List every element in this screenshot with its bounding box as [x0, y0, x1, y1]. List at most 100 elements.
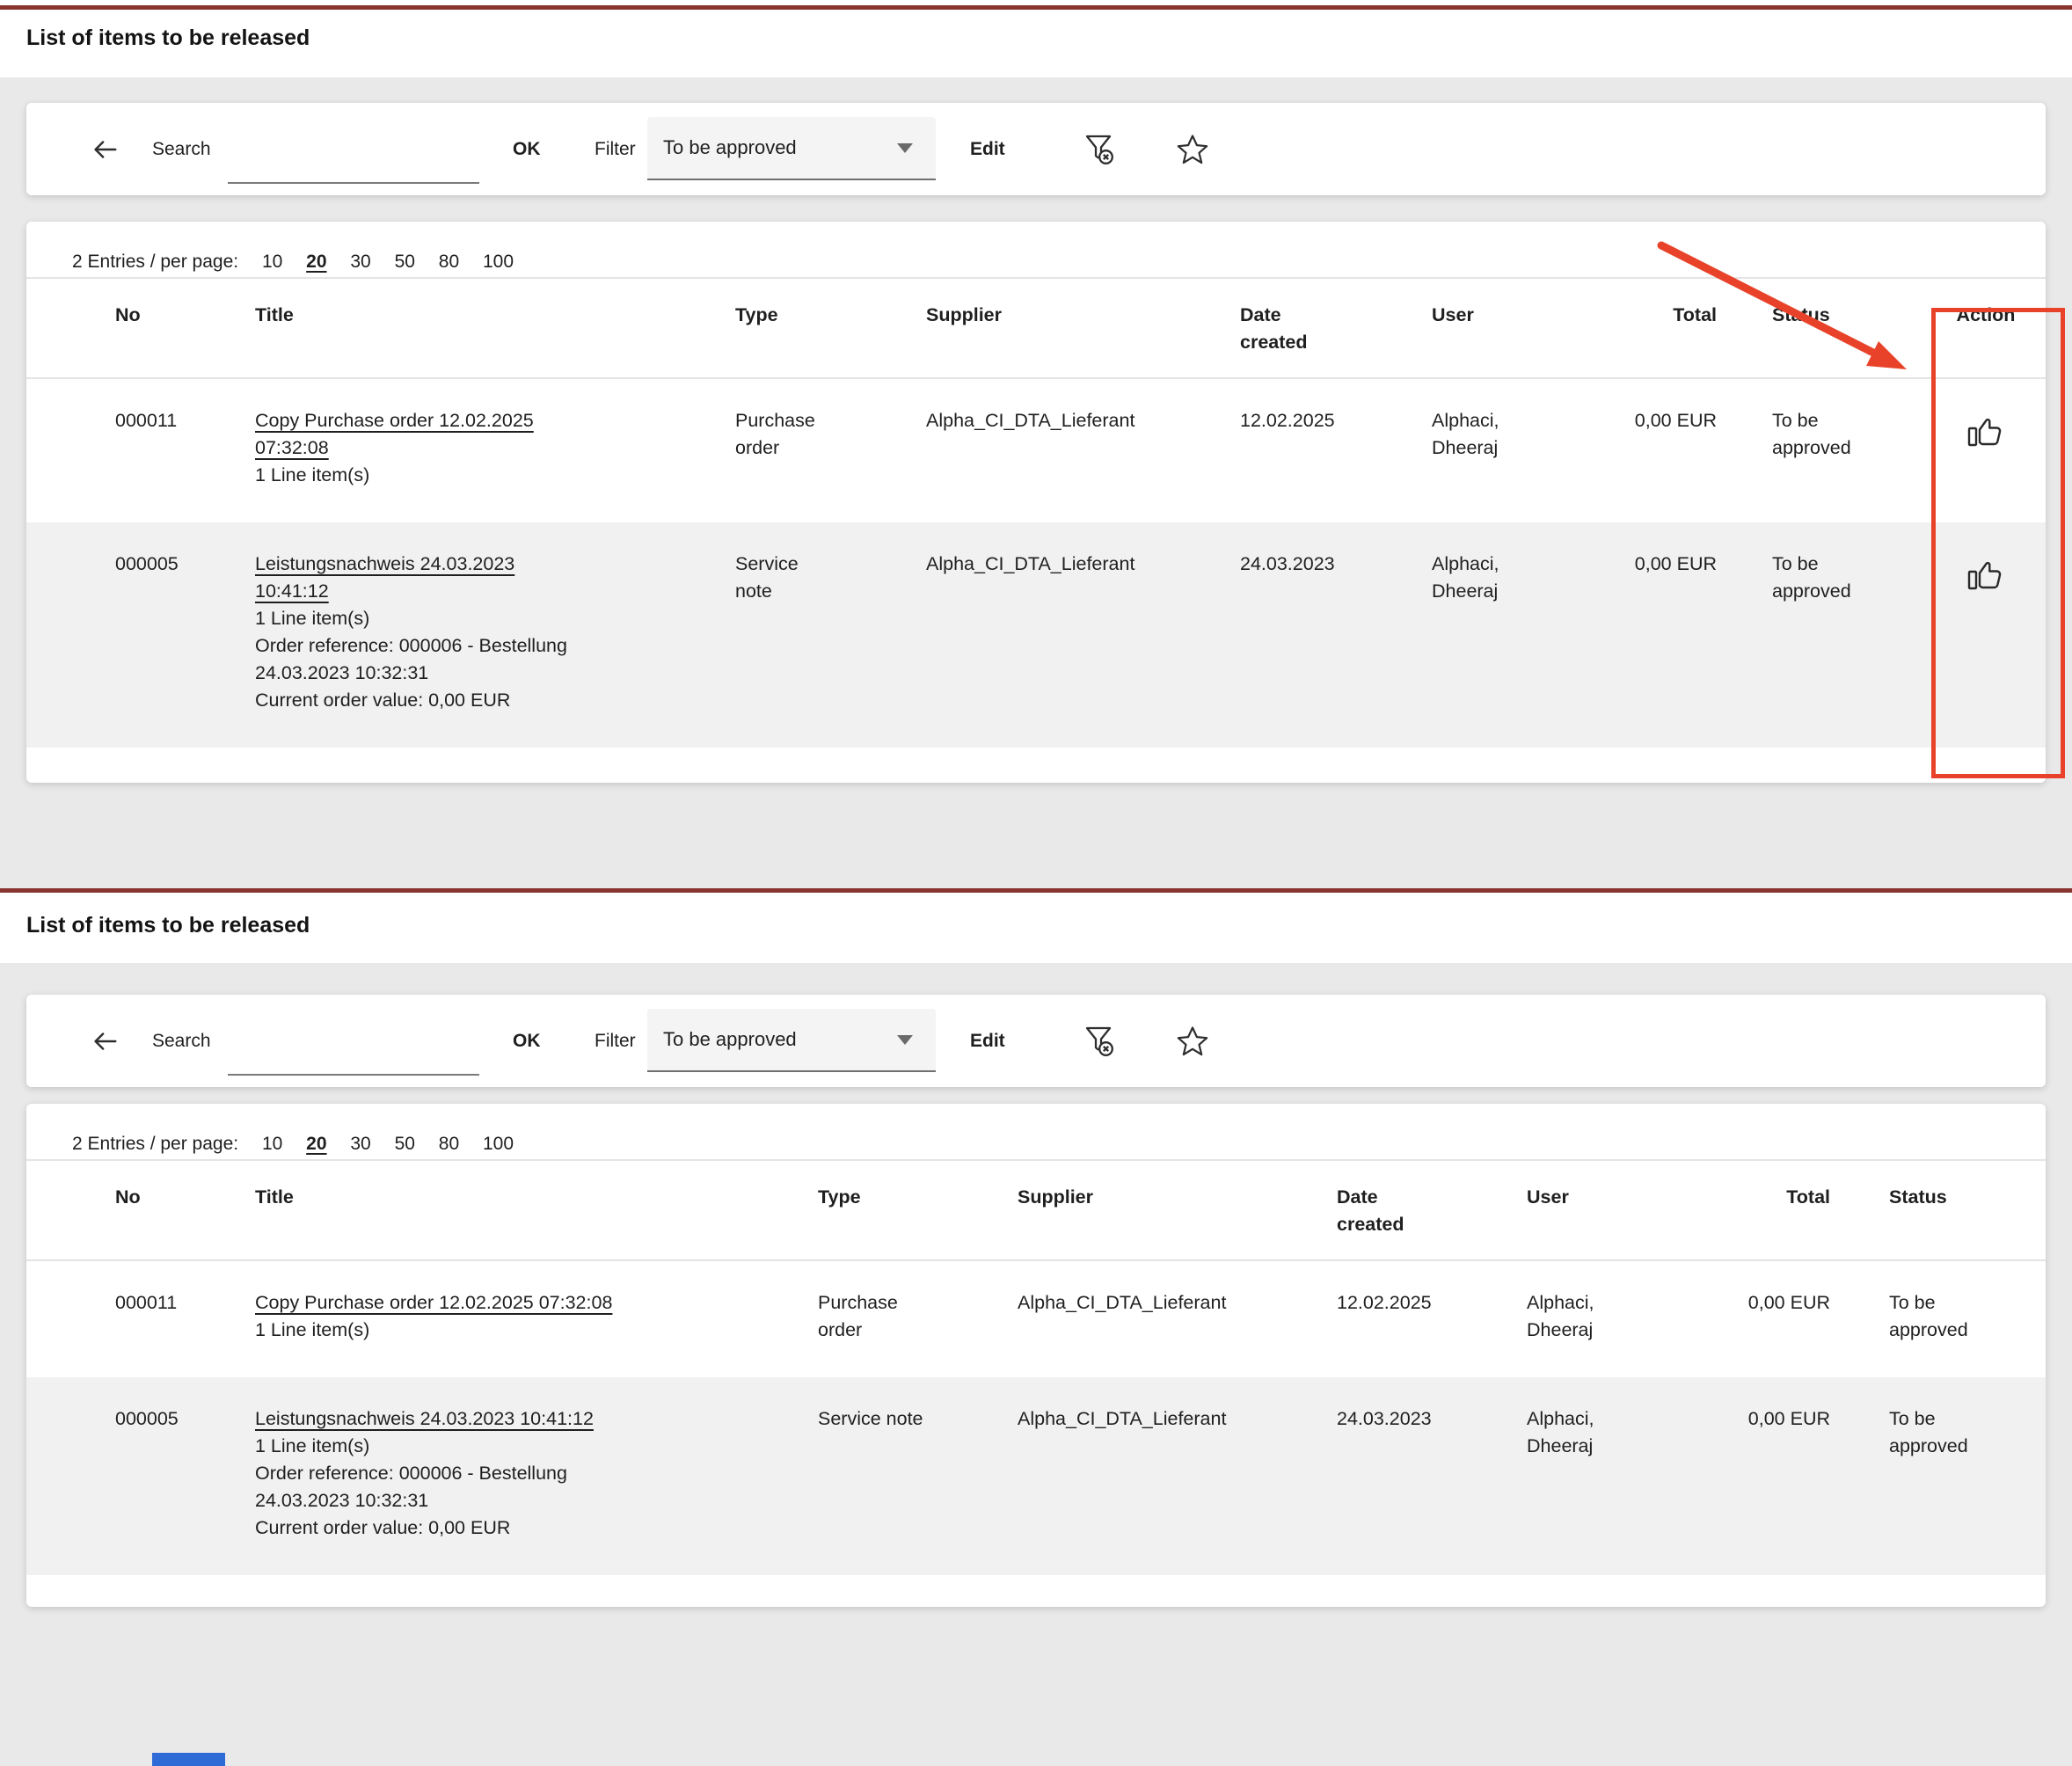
item-title-link[interactable]: 10:41:12: [255, 580, 329, 602]
page-title: List of items to be released: [26, 913, 310, 938]
approve-thumbs-up-button[interactable]: [1966, 412, 2006, 453]
item-subline: 1 Line item(s): [255, 605, 735, 632]
item-subline: Current order value: 0,00 EUR: [255, 1514, 818, 1542]
bottom-blue-bar: [152, 1753, 225, 1766]
item-subline: Current order value: 0,00 EUR: [255, 687, 735, 714]
item-title-link[interactable]: Copy Purchase order 12.02.2025 07:32:08: [255, 1292, 612, 1313]
toolbar: Search OK Filter To be approved Edit: [26, 103, 2046, 195]
cell-no: 000005: [26, 522, 255, 748]
ok-button[interactable]: OK: [513, 995, 541, 1087]
per-page-option-100[interactable]: 100: [483, 252, 514, 273]
col-header-total: Total: [1574, 278, 1734, 378]
item-subline: 1 Line item(s): [255, 462, 735, 489]
cell-status: To be approved: [1734, 378, 1926, 522]
cell-user: Alphaci, Dheeraj: [1432, 522, 1574, 748]
section-1-header-band: List of items to be released: [0, 0, 2072, 77]
cell-supplier: Alpha_CI_DTA_Lieferant: [926, 378, 1240, 522]
table-row: 000005 Leistungsnachweis 24.03.2023 10:4…: [26, 522, 2046, 748]
edit-button[interactable]: Edit: [970, 103, 1005, 195]
cell-no: 000005: [26, 1377, 255, 1575]
cell-total: 0,00 EUR: [1671, 1260, 1834, 1377]
col-header-action: Action: [1926, 278, 2046, 378]
item-subline: Order reference: 000006 - Bestellung: [255, 632, 735, 660]
per-page-option-50[interactable]: 50: [395, 252, 415, 273]
cell-date-created: 12.02.2025: [1240, 378, 1432, 522]
entries-per-page-bar: 2 Entries / per page: 10 20 30 50 80 100: [26, 1104, 2046, 1159]
col-header-supplier: Supplier: [1018, 1160, 1337, 1260]
cell-supplier: Alpha_CI_DTA_Lieferant: [1018, 1260, 1337, 1377]
cell-status: To be approved: [1834, 1260, 2046, 1377]
favorite-star-icon[interactable]: [1173, 130, 1212, 169]
cell-type: Service note: [818, 1377, 1018, 1575]
cell-total: 0,00 EUR: [1574, 378, 1734, 522]
per-page-option-10[interactable]: 10: [262, 1134, 282, 1155]
cell-no: 000011: [26, 1260, 255, 1377]
filter-dropdown-value: To be approved: [663, 117, 797, 179]
clear-filter-icon[interactable]: [1080, 130, 1119, 169]
col-header-type: Type: [735, 278, 926, 378]
cell-title: Copy Purchase order 12.02.2025 07:32:08 …: [255, 378, 735, 522]
cell-title: Leistungsnachweis 24.03.2023 10:41:12 1 …: [255, 1377, 818, 1575]
cell-status: To be approved: [1734, 522, 1926, 748]
per-page-option-20-selected[interactable]: 20: [306, 252, 326, 273]
item-subline: 1 Line item(s): [255, 1433, 818, 1460]
item-title-link[interactable]: Copy Purchase order 12.02.2025: [255, 410, 534, 431]
filter-dropdown[interactable]: To be approved: [647, 117, 936, 180]
section-2-header-band: List of items to be released: [0, 888, 2072, 963]
per-page-option-10[interactable]: 10: [262, 252, 282, 273]
col-header-status: Status: [1834, 1160, 2046, 1260]
filter-label: Filter: [595, 995, 636, 1087]
table-row: 000011 Copy Purchase order 12.02.2025 07…: [26, 378, 2046, 522]
cell-supplier: Alpha_CI_DTA_Lieferant: [926, 522, 1240, 748]
per-page-option-100[interactable]: 100: [483, 1134, 514, 1155]
cell-type: Purchase order: [818, 1260, 1018, 1377]
cell-total: 0,00 EUR: [1574, 522, 1734, 748]
caret-down-icon: [897, 1035, 913, 1045]
edit-button[interactable]: Edit: [970, 995, 1005, 1087]
entries-summary: 2 Entries / per page:: [72, 1134, 238, 1155]
col-header-title: Title: [255, 1160, 818, 1260]
item-title-link[interactable]: 07:32:08: [255, 437, 329, 458]
item-subline: 24.03.2023 10:32:31: [255, 660, 735, 687]
per-page-option-30[interactable]: 30: [350, 1134, 370, 1155]
cell-action: [1926, 378, 2046, 522]
per-page-option-50[interactable]: 50: [395, 1134, 415, 1155]
search-input[interactable]: [228, 145, 479, 184]
item-subline: Order reference: 000006 - Bestellung: [255, 1460, 818, 1487]
back-arrow-icon[interactable]: [90, 135, 120, 164]
cell-user: Alphaci, Dheeraj: [1432, 378, 1574, 522]
per-page-option-80[interactable]: 80: [439, 1134, 459, 1155]
clear-filter-icon[interactable]: [1080, 1022, 1119, 1061]
back-arrow-icon[interactable]: [90, 1026, 120, 1056]
caret-down-icon: [897, 143, 913, 153]
cell-supplier: Alpha_CI_DTA_Lieferant: [1018, 1377, 1337, 1575]
filter-dropdown[interactable]: To be approved: [647, 1009, 936, 1072]
per-page-option-30[interactable]: 30: [350, 252, 370, 273]
ok-button[interactable]: OK: [513, 103, 541, 195]
cell-user: Alphaci, Dheeraj: [1527, 1260, 1671, 1377]
cell-total: 0,00 EUR: [1671, 1377, 1834, 1575]
cell-date-created: 24.03.2023: [1337, 1377, 1527, 1575]
section-divider-line: [0, 888, 2072, 893]
items-table-card: 2 Entries / per page: 10 20 30 50 80 100…: [26, 1104, 2046, 1607]
filter-dropdown-value: To be approved: [663, 1009, 797, 1070]
search-label: Search: [152, 995, 211, 1087]
section-divider-line: [0, 5, 2072, 10]
item-subline: 24.03.2023 10:32:31: [255, 1487, 818, 1514]
favorite-star-icon[interactable]: [1173, 1022, 1212, 1061]
item-title-link[interactable]: Leistungsnachweis 24.03.2023: [255, 553, 514, 574]
search-label: Search: [152, 103, 211, 195]
col-header-supplier: Supplier: [926, 278, 1240, 378]
per-page-option-80[interactable]: 80: [439, 252, 459, 273]
approve-thumbs-up-button[interactable]: [1966, 556, 2006, 596]
per-page-option-20-selected[interactable]: 20: [306, 1134, 326, 1155]
col-header-date-created: Date created: [1337, 1160, 1527, 1260]
table-row: 000011 Copy Purchase order 12.02.2025 07…: [26, 1260, 2046, 1377]
cell-status: To be approved: [1834, 1377, 2046, 1575]
released-items-table: No Title Type Supplier Date created User…: [26, 277, 2046, 748]
item-title-link[interactable]: Leistungsnachweis 24.03.2023 10:41:12: [255, 1408, 594, 1429]
entries-per-page-bar: 2 Entries / per page: 10 20 30 50 80 100: [26, 222, 2046, 277]
search-input[interactable]: [228, 1037, 479, 1076]
cell-title: Leistungsnachweis 24.03.2023 10:41:12 1 …: [255, 522, 735, 748]
filter-label: Filter: [595, 103, 636, 195]
